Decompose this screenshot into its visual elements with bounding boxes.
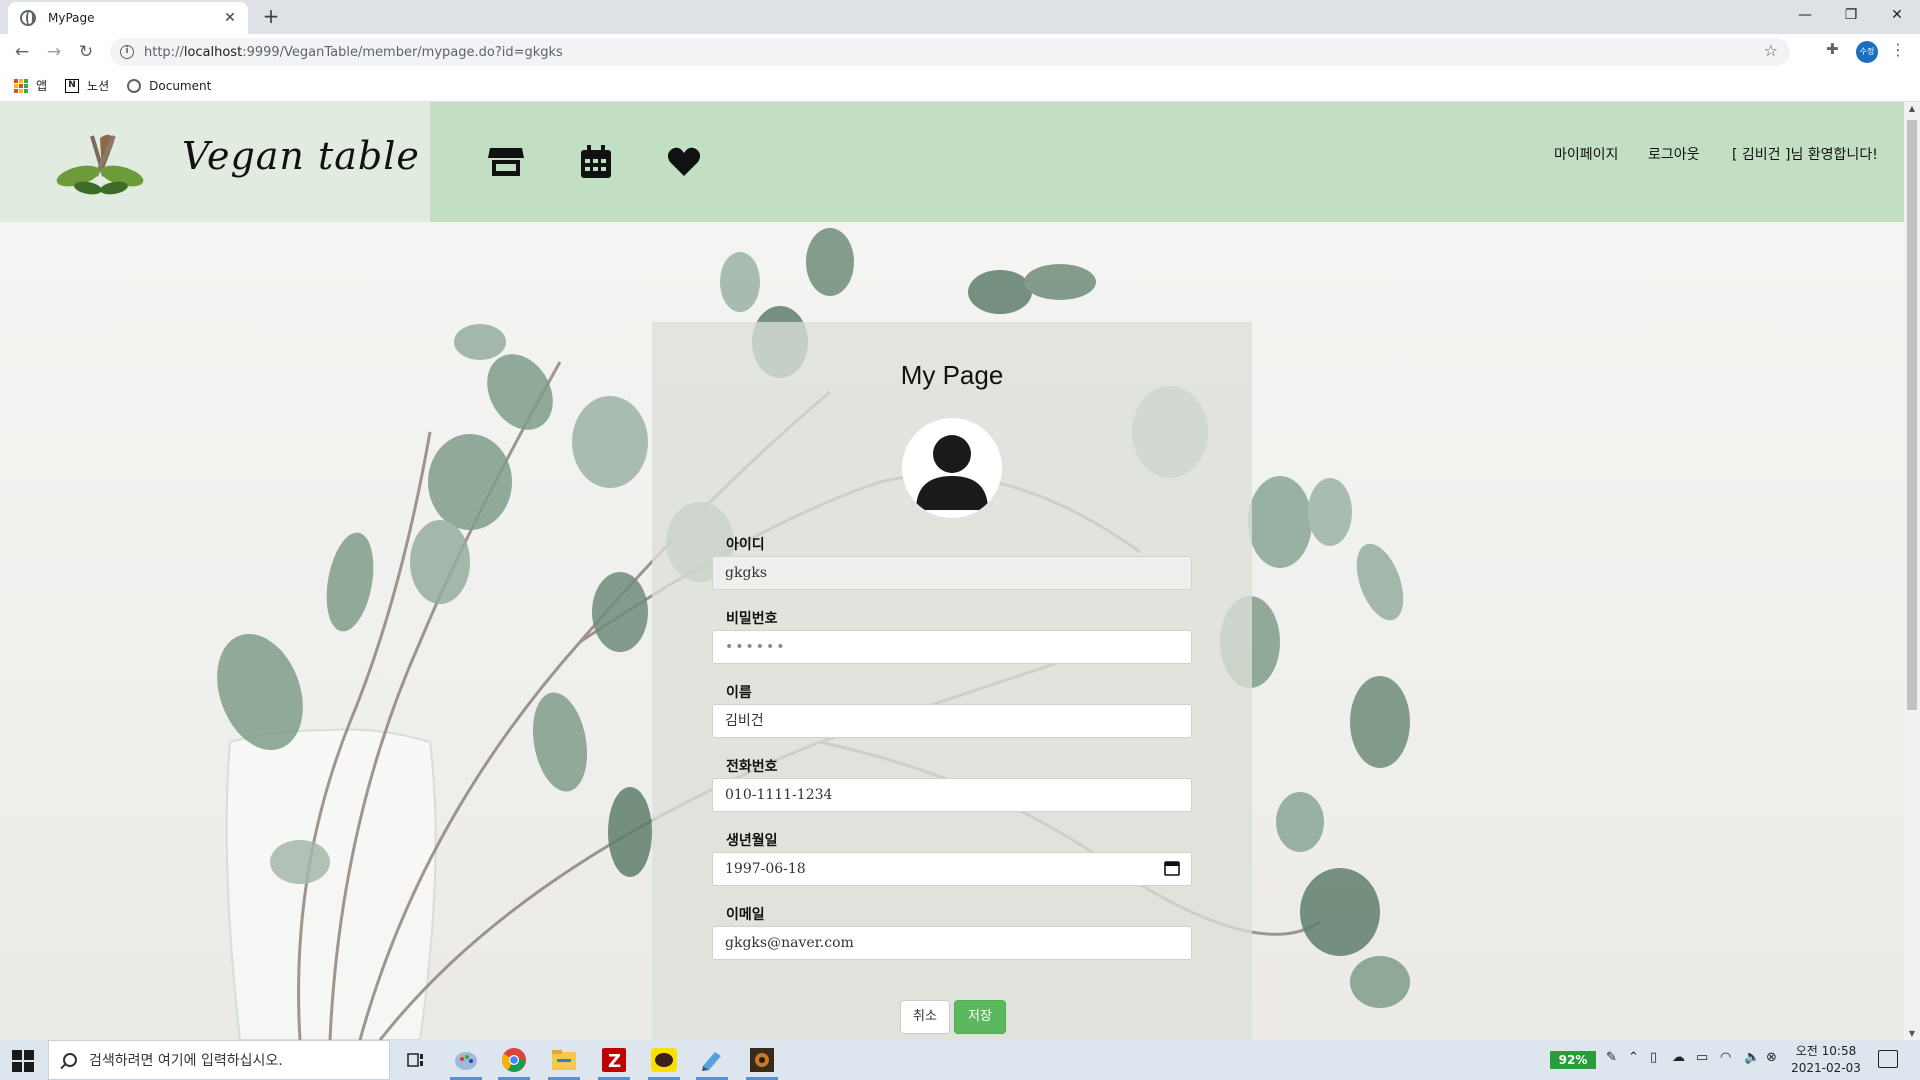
close-tab-icon[interactable]: ✕ [222, 10, 238, 26]
battery-icon[interactable]: ▭ [1696, 1050, 1708, 1065]
taskbar-clock[interactable]: 오전 10:58 2021-02-03 [1786, 1043, 1866, 1077]
calendar-picker-icon[interactable] [1164, 860, 1180, 876]
pen-icon[interactable]: ✎ [1606, 1050, 1617, 1065]
bookmark-label: 노션 [87, 79, 110, 93]
id-field[interactable]: gkgks [712, 556, 1192, 590]
forward-button[interactable]: → [42, 40, 66, 64]
mypage-form: My Page 아이디 gkgks 비밀번호 •••••• 이름 김비건 전화번… [652, 322, 1252, 1040]
bookmark-document[interactable]: Document [127, 78, 212, 93]
profile-avatar[interactable]: 수정 [1856, 41, 1878, 63]
calendar-icon[interactable] [578, 144, 614, 180]
chrome-app-icon[interactable] [494, 1044, 534, 1080]
welcome-text: [ 김비건 ]님 환영합니다! [1732, 147, 1878, 163]
battery-indicator[interactable]: 92% [1550, 1051, 1596, 1069]
scroll-up-icon[interactable]: ▲ [1907, 104, 1917, 113]
logo-icon [56, 134, 144, 195]
user-icon [916, 435, 988, 510]
restore-button[interactable]: ❐ [1828, 0, 1874, 30]
site-info-icon[interactable]: i [120, 45, 134, 59]
extensions-icon[interactable]: ✚ [1826, 40, 1839, 58]
notepad-app-icon[interactable] [692, 1044, 732, 1080]
site-header: Vegan table 마이페이지 로그아웃 [ 김비건]님 환영합니다! [0, 102, 1904, 222]
phone-field[interactable]: 010-1111-1234 [712, 778, 1192, 812]
phone-label: 전화번호 [726, 759, 778, 775]
reload-button[interactable]: ↻ [74, 40, 98, 64]
windows-start-button[interactable] [12, 1050, 34, 1072]
search-icon [63, 1053, 77, 1067]
device-icon[interactable]: ▯ [1650, 1050, 1657, 1065]
email-field[interactable]: gkgks@naver.com [712, 926, 1192, 960]
taskbar-search-input[interactable]: 검색하려면 여기에 입력하십시오. [48, 1040, 390, 1080]
filezilla-icon[interactable]: Z [594, 1044, 634, 1080]
birthdate-field[interactable]: 1997-06-18 [712, 852, 1192, 886]
birthdate-field-wrap: 1997-06-18 [712, 852, 1192, 886]
paint-app-icon[interactable] [446, 1044, 486, 1080]
file-explorer-icon[interactable] [544, 1044, 584, 1080]
windows-taskbar: 검색하려면 여기에 입력하십시오. Z 92% ✎ ⌃ ▯ ☁ ▭ ◠ 🔈 ⊗ … [0, 1040, 1920, 1080]
bookmark-label: Document [149, 78, 212, 93]
tab-title: MyPage [48, 11, 95, 25]
tray-expand-icon[interactable]: ⌃ [1628, 1050, 1639, 1065]
bookmark-apps[interactable]: 앱 [14, 77, 47, 94]
address-bar[interactable]: i http://localhost:9999/VeganTable/membe… [110, 38, 1790, 66]
email-label: 이메일 [726, 907, 765, 923]
globe-icon [127, 78, 142, 93]
search-placeholder: 검색하려면 여기에 입력하십시오. [89, 1053, 283, 1069]
browser-menu-icon[interactable]: ⋮ [1890, 40, 1906, 59]
name-field[interactable]: 김비건 [712, 704, 1192, 738]
new-tab-button[interactable]: + [260, 5, 282, 27]
scrollbar-thumb[interactable] [1907, 120, 1917, 710]
browser-tab-strip: MyPage ✕ + — ❐ ✕ [0, 0, 1920, 34]
avatar [902, 418, 1002, 518]
store-icon[interactable] [488, 144, 524, 180]
mypage-link[interactable]: 마이페이지 [1554, 144, 1618, 164]
name-label: 이름 [726, 685, 752, 701]
heart-icon[interactable] [666, 144, 702, 180]
kakaotalk-icon[interactable] [644, 1044, 684, 1080]
password-field[interactable]: •••••• [712, 630, 1192, 664]
logout-link[interactable]: 로그아웃 [1648, 144, 1700, 164]
cloud-icon[interactable]: ☁ [1672, 1050, 1685, 1065]
minimize-button[interactable]: — [1782, 0, 1828, 30]
browser-toolbar: ← → ↻ i http://localhost:9999/VeganTable… [0, 34, 1920, 70]
password-label: 비밀번호 [726, 611, 778, 627]
globe-icon [20, 10, 36, 26]
id-label: 아이디 [726, 537, 765, 553]
notification-center-icon[interactable] [1878, 1050, 1898, 1068]
bookmark-label: 앱 [36, 79, 48, 93]
task-view-icon[interactable] [396, 1044, 436, 1076]
network-status-icon[interactable]: ⊗ [1766, 1050, 1777, 1065]
brand-name: Vegan table [182, 134, 420, 178]
wifi-icon[interactable]: ◠ [1720, 1050, 1731, 1065]
web-page: Vegan table 마이페이지 로그아웃 [ 김비건]님 환영합니다! M… [0, 102, 1904, 1040]
bookmark-notion[interactable]: N 노션 [65, 77, 109, 94]
main-nav: 마이페이지 로그아웃 [ 김비건 ]님 환영합니다! [430, 102, 1904, 222]
notion-icon: N [65, 78, 80, 93]
brand-area[interactable]: Vegan table [0, 102, 430, 222]
page-title: My Page [900, 360, 1004, 390]
save-button[interactable]: 저장 [954, 1000, 1006, 1034]
bookmarks-bar: 앱 N 노션 Document [0, 70, 1920, 102]
clock-date: 2021-02-03 [1791, 1061, 1861, 1075]
page-scrollbar[interactable]: ▲ ▼ [1904, 102, 1920, 1040]
clock-time: 오전 10:58 [1795, 1044, 1857, 1058]
apps-icon [14, 78, 28, 93]
svg-text:Z: Z [608, 1051, 621, 1072]
cancel-button[interactable]: 취소 [900, 1000, 950, 1034]
url-text: http://localhost:9999/VeganTable/member/… [144, 44, 563, 60]
scroll-down-icon[interactable]: ▼ [1907, 1029, 1917, 1038]
close-window-button[interactable]: ✕ [1874, 0, 1920, 30]
bookmark-star-icon[interactable]: ☆ [1764, 41, 1778, 60]
birthdate-label: 생년월일 [726, 833, 778, 849]
game-app-icon[interactable] [742, 1044, 782, 1080]
back-button[interactable]: ← [10, 40, 34, 64]
browser-tab[interactable]: MyPage ✕ [8, 2, 248, 34]
volume-icon[interactable]: 🔈 [1744, 1050, 1760, 1065]
